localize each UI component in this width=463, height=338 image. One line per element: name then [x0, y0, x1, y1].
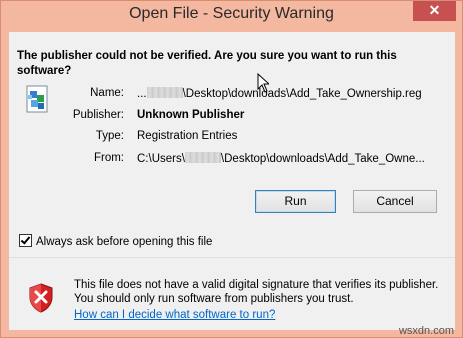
name-value: ... \Desktop\downloads\Add_Take_Ownership…	[137, 87, 422, 100]
dialog-body: The publisher could not be verified. Are…	[9, 32, 455, 330]
from-value: C:\Users\ \Desktop\downloads\Add_Take_Own…	[137, 152, 425, 165]
publisher-question: The publisher could not be verified. Are…	[17, 50, 397, 77]
cancel-button[interactable]: Cancel	[353, 190, 437, 213]
from-label: From:	[93, 152, 124, 164]
security-warning-dialog: Open File - Security Warning ✕ The publi…	[0, 0, 463, 338]
details-panel: The publisher could not be verified. Are…	[9, 32, 455, 257]
from-row: From: C:\Users\ \Desktop\downloads\Add_Ta…	[9, 152, 455, 166]
always-ask-checkbox[interactable]	[19, 234, 32, 247]
signature-warning-text: This file does not have a valid digital …	[74, 279, 439, 305]
warning-panel: This file does not have a valid digital …	[9, 258, 455, 330]
watermark: wsxdn.com	[398, 325, 454, 337]
mouse-cursor-icon	[257, 73, 269, 93]
always-ask-option[interactable]: Always ask before opening this file	[19, 234, 212, 248]
help-link[interactable]: How can I decide what software to run?	[74, 309, 275, 321]
run-button[interactable]: Run	[255, 190, 336, 213]
publisher-label: Publisher:	[72, 109, 124, 121]
redacted-username	[184, 152, 221, 163]
name-row: Name: ... \Desktop\downloads\Add_Take_Own…	[9, 87, 455, 101]
name-label: Name:	[90, 87, 124, 99]
publisher-row: Publisher: Unknown Publisher	[9, 109, 455, 123]
always-ask-label[interactable]: Always ask before opening this file	[36, 236, 212, 248]
type-label: Type:	[95, 130, 124, 142]
type-row: Type: Registration Entries	[9, 130, 455, 144]
shield-error-icon	[29, 283, 53, 313]
redacted-username	[146, 87, 183, 98]
title-bar[interactable]: Open File - Security Warning ✕	[1, 1, 462, 31]
close-button[interactable]: ✕	[413, 1, 456, 21]
type-value: Registration Entries	[137, 130, 238, 142]
window-title: Open File - Security Warning	[129, 5, 334, 22]
publisher-value: Unknown Publisher	[137, 109, 245, 121]
